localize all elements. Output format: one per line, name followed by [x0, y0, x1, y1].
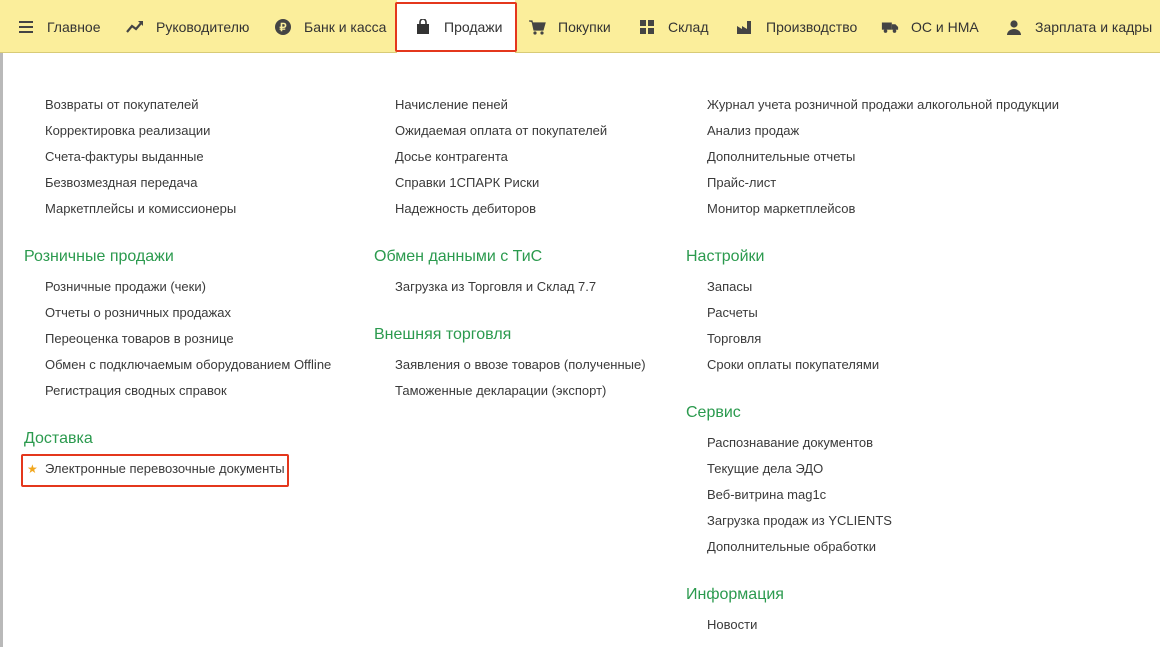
link-item[interactable]: Розничные продажи (чеки) [45, 279, 206, 295]
link-item[interactable]: Веб-витрина mag1c [707, 487, 826, 503]
section-heading-service: Сервис [686, 404, 741, 421]
link-item[interactable]: Журнал учета розничной продажи алкогольн… [707, 97, 1059, 113]
link-item[interactable]: Досье контрагента [395, 149, 508, 165]
left-border [0, 53, 3, 647]
nav-item-bank[interactable]: ₽ Банк и касса [274, 0, 386, 53]
link-item[interactable]: Начисление пеней [395, 97, 508, 113]
favorite-star-icon[interactable]: ★ [27, 461, 38, 477]
nav-item-label: Зарплата и кадры [1035, 18, 1153, 35]
warehouse-grid-icon [638, 18, 656, 36]
top-navigation-bar: Главное Руководителю ₽ Банк и касса Прод… [0, 0, 1160, 53]
section-heading-exchange: Обмен данными с ТиС [374, 248, 543, 265]
nav-item-label: Главное [47, 18, 101, 35]
link-item[interactable]: Возвраты от покупателей [45, 97, 199, 113]
nav-item-label: Продажи [444, 18, 503, 35]
link-item[interactable]: Расчеты [707, 305, 758, 321]
nav-item-main[interactable]: Главное [17, 0, 101, 53]
link-item[interactable]: Регистрация сводных справок [45, 383, 227, 399]
link-item[interactable]: Дополнительные обработки [707, 539, 876, 555]
link-item[interactable]: Загрузка продаж из YCLIENTS [707, 513, 892, 529]
nav-item-label: Банк и касса [304, 18, 387, 35]
nav-item-manager[interactable]: Руководителю [126, 0, 249, 53]
nav-item-label: Склад [668, 18, 709, 35]
section-heading-retail: Розничные продажи [24, 248, 174, 265]
link-item[interactable]: Таможенные декларации (экспорт) [395, 383, 606, 399]
link-item[interactable]: Текущие дела ЭДО [707, 461, 823, 477]
truck-icon [881, 18, 899, 36]
factory-icon [736, 18, 754, 36]
nav-item-warehouse[interactable]: Склад [638, 0, 709, 53]
nav-item-label: ОС и НМА [911, 18, 979, 35]
link-item[interactable]: Маркетплейсы и комиссионеры [45, 201, 236, 217]
nav-item-purchases[interactable]: Покупки [528, 0, 611, 53]
link-item[interactable]: Анализ продаж [707, 123, 799, 139]
link-item[interactable]: Обмен с подключаемым оборудованием Offli… [45, 357, 331, 373]
link-item[interactable]: Безвозмездная передача [45, 175, 197, 191]
link-item[interactable]: Справки 1СПАРК Риски [395, 175, 539, 191]
link-item-favorite[interactable]: Электронные перевозочные документы [45, 461, 285, 477]
link-item[interactable]: Новости [707, 617, 757, 633]
trend-chart-icon [126, 18, 144, 36]
link-item[interactable]: Отчеты о розничных продажах [45, 305, 231, 321]
link-item[interactable]: Прайс-лист [707, 175, 776, 191]
link-item[interactable]: Распознавание документов [707, 435, 873, 451]
nav-item-label: Покупки [558, 18, 611, 35]
svg-text:₽: ₽ [280, 22, 287, 34]
nav-item-sales[interactable]: Продажи [397, 0, 515, 53]
link-item[interactable]: Переоценка товаров в рознице [45, 331, 234, 347]
section-heading-foreign-trade: Внешняя торговля [374, 326, 512, 343]
nav-item-label: Руководителю [156, 18, 250, 35]
link-item[interactable]: Торговля [707, 331, 761, 347]
section-heading-delivery: Доставка [24, 430, 93, 447]
shopping-bag-icon [414, 18, 432, 36]
link-item[interactable]: Ожидаемая оплата от покупателей [395, 123, 607, 139]
shopping-cart-icon [528, 18, 546, 36]
link-item[interactable]: Запасы [707, 279, 752, 295]
link-item[interactable]: Сроки оплаты покупателями [707, 357, 879, 373]
link-item[interactable]: Дополнительные отчеты [707, 149, 855, 165]
nav-item-production[interactable]: Производство [736, 0, 857, 53]
link-item[interactable]: Загрузка из Торговля и Склад 7.7 [395, 279, 596, 295]
link-item[interactable]: Надежность дебиторов [395, 201, 536, 217]
link-item[interactable]: Заявления о ввозе товаров (полученные) [395, 357, 646, 373]
link-item[interactable]: Корректировка реализации [45, 123, 210, 139]
nav-item-fixed-assets[interactable]: ОС и НМА [881, 0, 979, 53]
ruble-coin-icon: ₽ [274, 18, 292, 36]
nav-item-label: Производство [766, 18, 858, 35]
section-heading-settings: Настройки [686, 248, 765, 265]
section-heading-info: Информация [686, 586, 784, 603]
nav-item-salary[interactable]: Зарплата и кадры [1005, 0, 1152, 53]
person-icon [1005, 18, 1023, 36]
link-item[interactable]: Счета-фактуры выданные [45, 149, 204, 165]
link-item[interactable]: Монитор маркетплейсов [707, 201, 855, 217]
menu-icon [17, 18, 35, 36]
